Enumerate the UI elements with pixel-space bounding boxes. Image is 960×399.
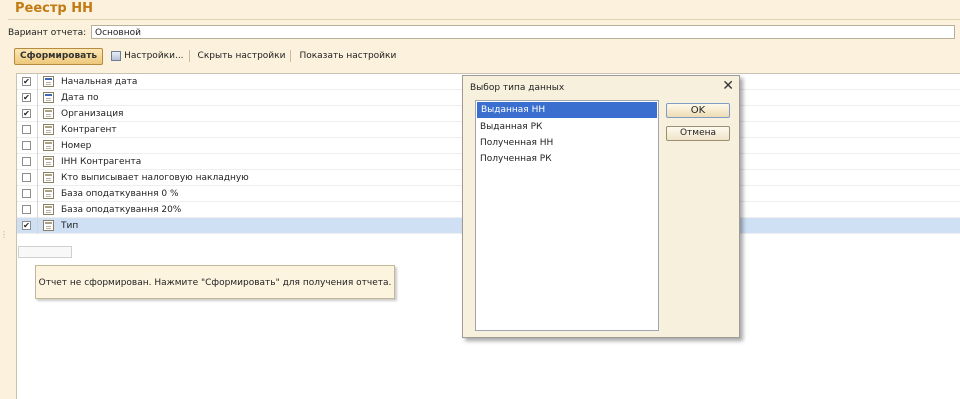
command-bar: Сформировать Настройки... Скрыть настрой… (14, 47, 396, 65)
row-divider (37, 138, 38, 154)
row-divider (37, 170, 38, 186)
checkbox-checked[interactable]: ✔ (22, 93, 31, 102)
param-label: Тип (61, 221, 79, 231)
settings-button[interactable]: Настройки... (111, 51, 184, 61)
row-divider (37, 74, 38, 90)
toolbar-separator (188, 50, 190, 62)
settings-label: Настройки... (124, 51, 184, 61)
checkbox-unchecked[interactable] (22, 205, 31, 214)
toolbar-separator (290, 50, 292, 62)
reference-icon (43, 220, 54, 231)
checkbox-unchecked[interactable] (22, 189, 31, 198)
reference-icon (43, 108, 54, 119)
reference-icon (43, 156, 54, 167)
report-not-formed-message: Отчет не сформирован. Нажмите "Сформиров… (35, 265, 395, 299)
param-label: Начальная дата (61, 77, 138, 87)
param-label: База оподаткування 0 % (61, 189, 179, 199)
hide-settings-button[interactable]: Скрыть настройки (198, 51, 286, 61)
param-label: ІНН Контрагента (61, 157, 142, 167)
row-divider (37, 202, 38, 218)
param-label: База оподаткування 20% (61, 205, 182, 215)
data-type-list-item[interactable]: Полученная РК (476, 151, 658, 167)
page-title: Реестр НН (15, 1, 93, 16)
variant-field[interactable]: Основной (91, 25, 955, 39)
row-divider (37, 122, 38, 138)
row-divider (37, 218, 38, 234)
reference-icon (43, 172, 54, 183)
data-type-list-item[interactable]: Выданная НН (477, 102, 657, 118)
ok-button[interactable]: OK (666, 103, 730, 118)
reference-icon (43, 124, 54, 135)
checkbox-unchecked[interactable] (22, 125, 31, 134)
param-label: Кто выписывает налоговую накладную (61, 173, 249, 183)
checkbox-unchecked[interactable] (22, 173, 31, 182)
calendar-icon (43, 76, 54, 87)
row-divider (37, 154, 38, 170)
form-report-button[interactable]: Сформировать (14, 47, 104, 65)
result-tab[interactable] (18, 246, 72, 258)
checkbox-checked[interactable]: ✔ (22, 109, 31, 118)
calendar-icon (43, 92, 54, 103)
row-divider (37, 186, 38, 202)
dialog-title: Выбор типа данных (470, 83, 565, 93)
splitter-handle[interactable]: ⋮ (0, 230, 8, 240)
row-divider (37, 90, 38, 106)
checkbox-unchecked[interactable] (22, 141, 31, 150)
reference-icon (43, 188, 54, 199)
title-divider (8, 19, 960, 20)
settings-icon (111, 51, 122, 61)
param-label: Контрагент (61, 125, 117, 135)
reference-icon (43, 140, 54, 151)
variant-label: Вариант отчета: (8, 28, 87, 38)
data-type-list[interactable]: Выданная НН Выданная РК Полученная НН Получ… (475, 100, 659, 331)
cancel-button[interactable]: Отмена (666, 126, 730, 141)
checkbox-checked[interactable]: ✔ (22, 77, 31, 86)
param-label: Организация (61, 109, 124, 119)
show-settings-button[interactable]: Показать настройки (299, 51, 396, 61)
reference-icon (43, 204, 54, 215)
checkbox-checked[interactable]: ✔ (22, 221, 31, 230)
data-type-list-item[interactable]: Полученная НН (476, 135, 658, 151)
param-label: Дата по (61, 93, 99, 103)
param-label: Номер (61, 141, 92, 151)
close-icon[interactable]: ✕ (722, 78, 734, 94)
row-divider (37, 106, 38, 122)
checkbox-unchecked[interactable] (22, 157, 31, 166)
data-type-dialog: Выбор типа данных ✕ Выданная НН Выданная … (462, 75, 740, 338)
data-type-list-item[interactable]: Выданная РК (476, 119, 658, 135)
